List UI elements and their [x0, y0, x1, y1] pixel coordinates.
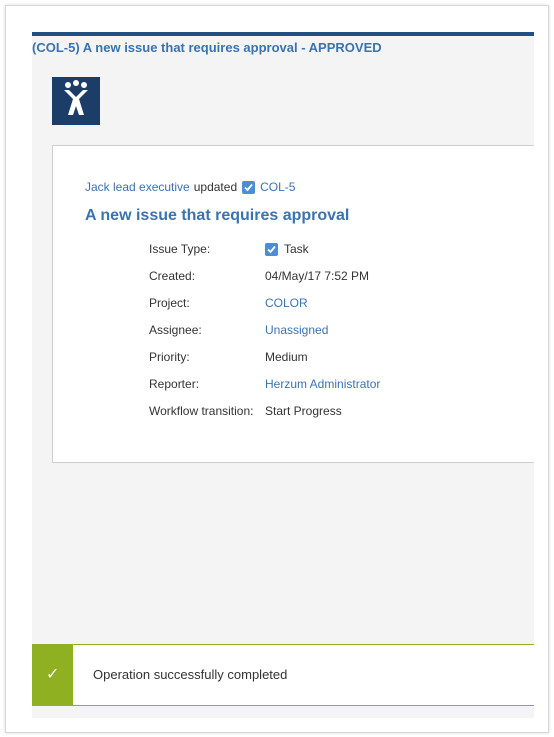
field-label: Priority:	[149, 350, 190, 364]
issue-title[interactable]: A new issue that requires approval	[85, 207, 349, 225]
workflow-transition-value: Start Progress	[265, 404, 342, 418]
field-value: Task	[265, 242, 309, 256]
checkbox-task-icon	[265, 242, 278, 256]
project-link[interactable]: COLOR	[265, 296, 308, 310]
field-label: Created:	[149, 269, 196, 283]
checkbox-task-icon	[242, 180, 256, 194]
email-subject: (COL-5) A new issue that requires approv…	[32, 40, 382, 55]
reporter-link[interactable]: Herzum Administrator	[265, 377, 380, 391]
field-label: Issue Type:	[149, 242, 211, 256]
issue-type-value: Task	[284, 242, 309, 256]
update-line: Jack lead executive updated COL-5	[85, 180, 295, 194]
jira-logo-icon	[52, 77, 100, 125]
checkmark-icon: ✓	[46, 666, 60, 683]
success-flag: ✓ Operation successfully completed	[32, 644, 534, 706]
field-label: Assignee:	[149, 323, 202, 337]
update-verb: updated	[193, 180, 238, 194]
success-message: Operation successfully completed	[93, 667, 288, 682]
success-flag-icon-bar: ✓	[32, 644, 73, 706]
actor-link[interactable]: Jack lead executive	[85, 180, 190, 194]
issue-key-link[interactable]: COL-5	[260, 180, 295, 194]
field-label: Workflow transition:	[149, 404, 254, 418]
email-content: (COL-5) A new issue that requires approv…	[32, 32, 534, 718]
issue-card: Jack lead executive updated COL-5 A new …	[52, 145, 534, 463]
assignee-link[interactable]: Unassigned	[265, 323, 328, 337]
dialog-frame: (COL-5) A new issue that requires approv…	[5, 5, 549, 733]
priority-value: Medium	[265, 350, 308, 364]
created-value: 04/May/17 7:52 PM	[265, 269, 370, 283]
brand-bar	[32, 32, 534, 36]
field-label: Reporter:	[149, 377, 200, 391]
field-label: Project:	[149, 296, 190, 310]
